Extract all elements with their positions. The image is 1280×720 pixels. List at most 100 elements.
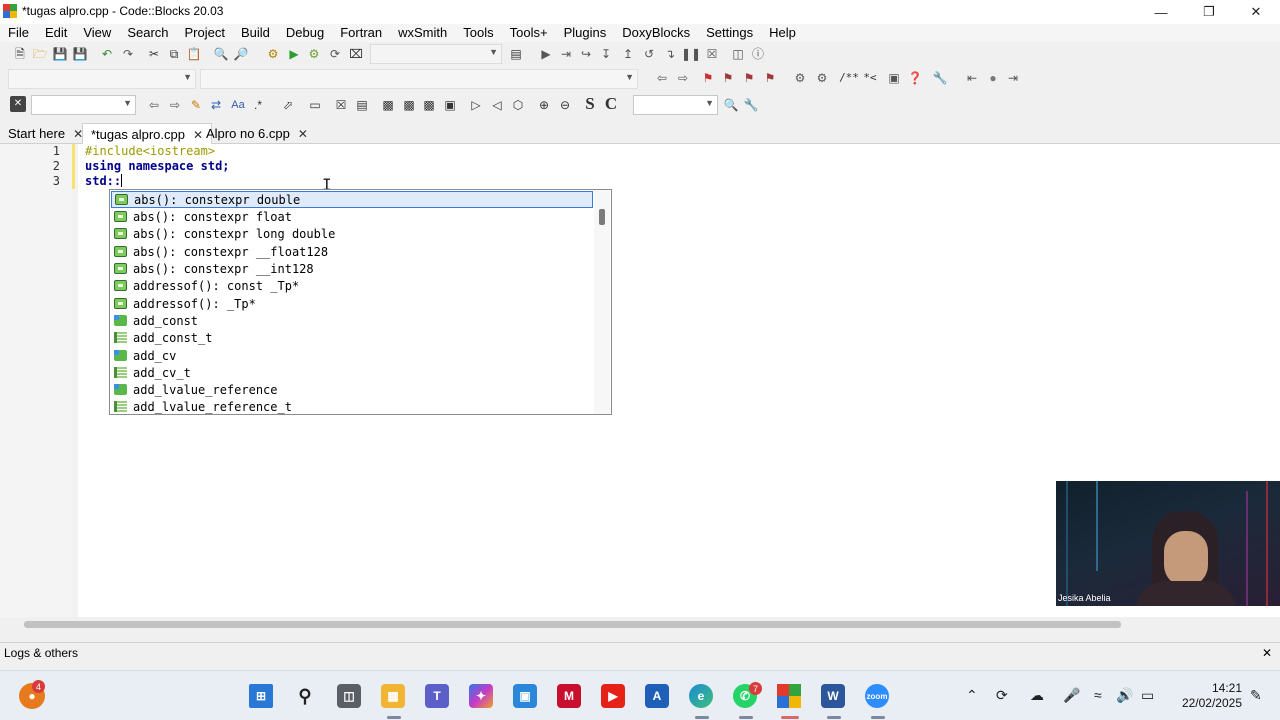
stop-debug-icon[interactable]: ☒: [704, 46, 720, 62]
menu-wxsmith[interactable]: wxSmith: [390, 24, 455, 42]
rebuild-icon[interactable]: ⟳: [327, 46, 343, 62]
step-out-icon[interactable]: ↥: [620, 46, 636, 62]
zoom-in-icon[interactable]: ⊕: [536, 97, 552, 113]
system-clock[interactable]: 14:21 22/02/2025: [1172, 681, 1242, 711]
for-block-icon[interactable]: ▩: [421, 97, 437, 113]
return-icon[interactable]: ◁: [489, 97, 505, 113]
redo-icon[interactable]: ↷: [120, 46, 136, 62]
doxy-extract-icon[interactable]: ⚙: [814, 70, 830, 86]
build-gear-icon[interactable]: ⚙: [265, 46, 281, 62]
next-instruction-icon[interactable]: ↺: [641, 46, 657, 62]
microphone-icon[interactable]: 🎤: [1063, 687, 1080, 704]
menu-edit[interactable]: Edit: [37, 24, 75, 42]
menu-settings[interactable]: Settings: [698, 24, 761, 42]
target-options-icon[interactable]: ▤: [508, 46, 524, 62]
youtube-icon[interactable]: ▶: [601, 684, 625, 708]
new-file-icon[interactable]: 🗎: [12, 46, 28, 62]
jump-back-icon[interactable]: ⇦: [654, 70, 670, 86]
minimize-button[interactable]: —: [1138, 0, 1184, 24]
next-bookmark-icon[interactable]: ⚑: [741, 70, 757, 86]
function-select[interactable]: ▼: [200, 69, 638, 89]
search-symbol-select[interactable]: ▼: [633, 95, 718, 115]
scrollbar-thumb[interactable]: [599, 209, 605, 225]
wifi-icon[interactable]: ≈: [1094, 687, 1102, 703]
clear-search-icon[interactable]: ✕: [10, 96, 26, 112]
menu-file[interactable]: File: [0, 24, 37, 42]
autocomplete-item[interactable]: add_cv_t: [111, 364, 593, 381]
jump-start-icon[interactable]: ⇤: [964, 70, 980, 86]
autocomplete-item[interactable]: addressof(): const _Tp*: [111, 277, 593, 294]
autocomplete-item[interactable]: abs(): constexpr __float128: [111, 243, 593, 260]
doxy-line-comment-icon[interactable]: *<: [860, 70, 880, 86]
autocomplete-item[interactable]: abs(): constexpr long double: [111, 225, 593, 242]
editor-horizontal-scrollbar[interactable]: [0, 617, 1280, 632]
build-target-select[interactable]: ▼: [370, 44, 502, 64]
prev-bookmark-icon[interactable]: ⚑: [720, 70, 736, 86]
abort-icon[interactable]: ⌧: [348, 46, 364, 62]
search-icon[interactable]: ⚲: [293, 684, 317, 708]
debug-windows-icon[interactable]: ◫: [730, 46, 746, 62]
step-into-instruction-icon[interactable]: ↴: [662, 46, 678, 62]
cut-icon[interactable]: ✂: [146, 46, 162, 62]
selection-only-icon[interactable]: ⇄: [208, 97, 224, 113]
block-icon[interactable]: ▭: [307, 97, 323, 113]
menu-build[interactable]: Build: [233, 24, 278, 42]
regex-icon[interactable]: .*: [250, 97, 266, 113]
if-block-icon[interactable]: ☒: [333, 97, 349, 113]
tab-tugas-alpro[interactable]: *tugas alpro.cpp ✕: [82, 123, 213, 144]
menu-plugins[interactable]: Plugins: [556, 24, 615, 42]
menu-doxyblocks[interactable]: DoxyBlocks: [614, 24, 698, 42]
scope-select[interactable]: ▼: [8, 69, 196, 89]
menu-view[interactable]: View: [75, 24, 119, 42]
nassi-c-icon[interactable]: C: [603, 95, 619, 112]
search-settings-icon[interactable]: 🔧: [743, 97, 759, 113]
autocomplete-item[interactable]: add_cv: [111, 347, 593, 364]
toggle-bookmark-icon[interactable]: ⚑: [700, 70, 716, 86]
find-icon[interactable]: 🔍: [213, 46, 229, 62]
teams-icon[interactable]: T: [425, 684, 449, 708]
loop-block-icon[interactable]: ▤: [354, 97, 370, 113]
autocomplete-item[interactable]: abs(): constexpr __int128: [111, 260, 593, 277]
search-go-icon[interactable]: 🔍: [723, 97, 739, 113]
ai-app-icon[interactable]: A: [645, 684, 669, 708]
autocomplete-item[interactable]: add_const_t: [111, 329, 593, 346]
doxy-html-icon[interactable]: ▣: [886, 70, 902, 86]
record-icon[interactable]: ●: [985, 70, 1001, 86]
autocomplete-item[interactable]: add_const: [111, 312, 593, 329]
doxy-block-comment-icon[interactable]: /**: [838, 70, 860, 86]
autocomplete-item[interactable]: abs(): constexpr float: [111, 208, 593, 225]
copilot-icon[interactable]: ✦: [469, 684, 493, 708]
task-view-icon[interactable]: ◫: [337, 684, 361, 708]
open-folder-icon[interactable]: 🗁: [32, 46, 48, 62]
tab-alpro-no-6[interactable]: Alpro no 6.cpp ✕: [198, 123, 316, 144]
tab-start-here[interactable]: Start here ✕: [0, 123, 91, 144]
while-block-icon[interactable]: ▩: [401, 97, 417, 113]
edge-icon[interactable]: e: [689, 684, 713, 708]
autocomplete-scrollbar[interactable]: [594, 190, 610, 414]
run-to-cursor-icon[interactable]: ⇥: [558, 46, 574, 62]
run-icon[interactable]: ▶: [286, 46, 302, 62]
find-previous-icon[interactable]: ⇦: [146, 97, 162, 113]
close-button[interactable]: ✕: [1233, 0, 1279, 24]
mcafee-icon[interactable]: M: [557, 684, 581, 708]
zoom-icon[interactable]: zoom: [865, 684, 889, 708]
match-case-icon[interactable]: Aa: [229, 97, 247, 113]
find-next-icon[interactable]: ⇨: [167, 97, 183, 113]
save-all-icon[interactable]: 💾: [72, 46, 88, 62]
next-line-icon[interactable]: ↪: [578, 46, 594, 62]
menu-fortran[interactable]: Fortran: [332, 24, 390, 42]
notifications-icon[interactable]: ✎: [1250, 687, 1262, 704]
select-pointer-icon[interactable]: ⬀: [280, 97, 296, 113]
file-explorer-icon[interactable]: ▦: [381, 684, 405, 708]
paste-icon[interactable]: 📋: [186, 46, 202, 62]
debug-info-icon[interactable]: ⓘ: [750, 46, 766, 62]
doxy-chm-icon[interactable]: ❓: [907, 70, 923, 86]
clear-bookmarks-icon[interactable]: ⚑: [762, 70, 778, 86]
sync-icon[interactable]: ⟳: [996, 687, 1008, 704]
continue-icon[interactable]: ⬡: [510, 97, 526, 113]
copy-icon[interactable]: ⧉: [166, 46, 182, 62]
windows-start-icon[interactable]: ⊞: [249, 684, 273, 708]
build-and-run-icon[interactable]: ⚙: [306, 46, 322, 62]
break-block-icon[interactable]: ▣: [442, 97, 458, 113]
debug-continue-icon[interactable]: ▶: [538, 46, 554, 62]
